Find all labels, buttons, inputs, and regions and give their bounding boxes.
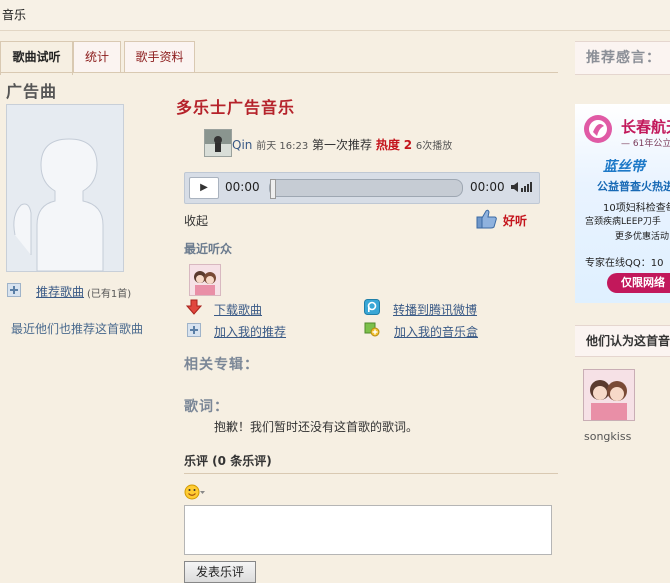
collapse-toggle[interactable]: 收起 (184, 212, 208, 229)
ad-ribbon: 蓝丝带 (603, 159, 645, 175)
tab-underline (0, 72, 558, 73)
ad-line-2: 10项妇科检查每 (603, 203, 670, 214)
progress-handle[interactable] (270, 179, 276, 199)
play-count: 6次播放 (415, 141, 453, 152)
download-song-link[interactable]: 下载歌曲 (214, 301, 262, 318)
ad-cta-button[interactable]: 仅限网络 (607, 273, 670, 293)
ad-line-4: 更多优惠活动 (615, 232, 670, 242)
ad-subtitle: — 61年公立 (621, 139, 670, 149)
advertisement-banner[interactable]: 长春航天 — 61年公立 蓝丝带 公益普查火热进 10项妇科检查每 宫颈疾病LE… (575, 104, 670, 303)
volume-icon[interactable] (511, 182, 535, 192)
weibo-icon[interactable] (364, 299, 380, 315)
uploader-avatar[interactable] (204, 129, 232, 157)
comment-textarea[interactable] (184, 505, 552, 555)
category-heading: 广告曲 (6, 82, 58, 101)
related-albums-heading: 相关专辑： (184, 357, 259, 373)
add-recommend-icon[interactable] (187, 323, 201, 337)
recommend-song-link[interactable]: 推荐歌曲 (36, 283, 84, 300)
submit-comment-button[interactable]: 发表乐评 (184, 561, 256, 583)
emoji-picker[interactable] (184, 484, 206, 500)
upload-time: 前天 16:23 (256, 141, 309, 152)
download-icon[interactable] (185, 299, 203, 315)
default-avatar (6, 104, 124, 272)
heat-value: 2 (403, 138, 413, 152)
song-meta: Qin 前天 16:23 第一次推荐 热度 2 6次播放 (232, 136, 452, 153)
music-box-icon[interactable] (364, 321, 380, 337)
listener-avatar[interactable] (189, 264, 221, 296)
add-musicbox-link[interactable]: 加入我的音乐盒 (394, 323, 478, 340)
ad-line-1: 公益普查火热进 (597, 180, 670, 193)
recent-listeners-heading: 最近听众 (184, 242, 233, 256)
comments-divider (184, 473, 558, 474)
also-liked-heading: 他们认为这首音 (586, 334, 670, 348)
hospital-logo-icon (584, 115, 612, 143)
window-title: 音乐 (2, 8, 27, 22)
tab-song-preview[interactable]: 歌曲试听 (0, 41, 73, 75)
heat-label: 热度 (375, 138, 400, 152)
current-time: 00:00 (225, 180, 260, 194)
lyrics-heading: 歌词： (184, 399, 229, 415)
recommend-quote-heading: 推荐感言： (586, 50, 661, 66)
comments-heading: 乐评 (0 条乐评) (184, 454, 272, 468)
tab-artist-info[interactable]: 歌手资料 (124, 41, 195, 73)
like-button[interactable]: 好听 (503, 212, 527, 229)
upload-action: 第一次推荐 (312, 138, 373, 152)
audio-player: ▶ 00:00 00:00 (184, 172, 540, 204)
smiley-icon[interactable] (184, 484, 206, 500)
share-weibo-link[interactable]: 转播到腾讯微博 (393, 301, 477, 318)
play-icon: ▶ (200, 182, 208, 193)
lyrics-empty-message: 抱歉！我们暂时还没有这首歌的歌词。 (214, 420, 419, 434)
ad-line-5: 专家在线QQ：10 (585, 258, 664, 269)
add-recommend-link[interactable]: 加入我的推荐 (214, 323, 286, 340)
recommender-username[interactable]: songkiss (584, 430, 631, 443)
also-recommended-note: 最近他们也推荐这首歌曲 (11, 322, 144, 336)
total-time: 00:00 (470, 180, 505, 194)
tab-stats[interactable]: 统计 (73, 41, 121, 73)
recommend-count: (已有1首) (87, 289, 132, 300)
ad-brand: 长春航天 (621, 118, 670, 136)
progress-bar[interactable] (269, 179, 463, 199)
title-bar (0, 0, 670, 31)
uploader-name[interactable]: Qin (232, 138, 252, 152)
add-icon[interactable] (7, 283, 21, 297)
recommender-avatar[interactable] (583, 369, 635, 421)
song-title: 多乐士广告音乐 (176, 98, 296, 117)
play-button[interactable]: ▶ (189, 177, 219, 199)
ad-line-3: 宫颈疾病LEEP刀手 (585, 217, 661, 227)
thumbs-up-icon[interactable] (476, 209, 498, 229)
